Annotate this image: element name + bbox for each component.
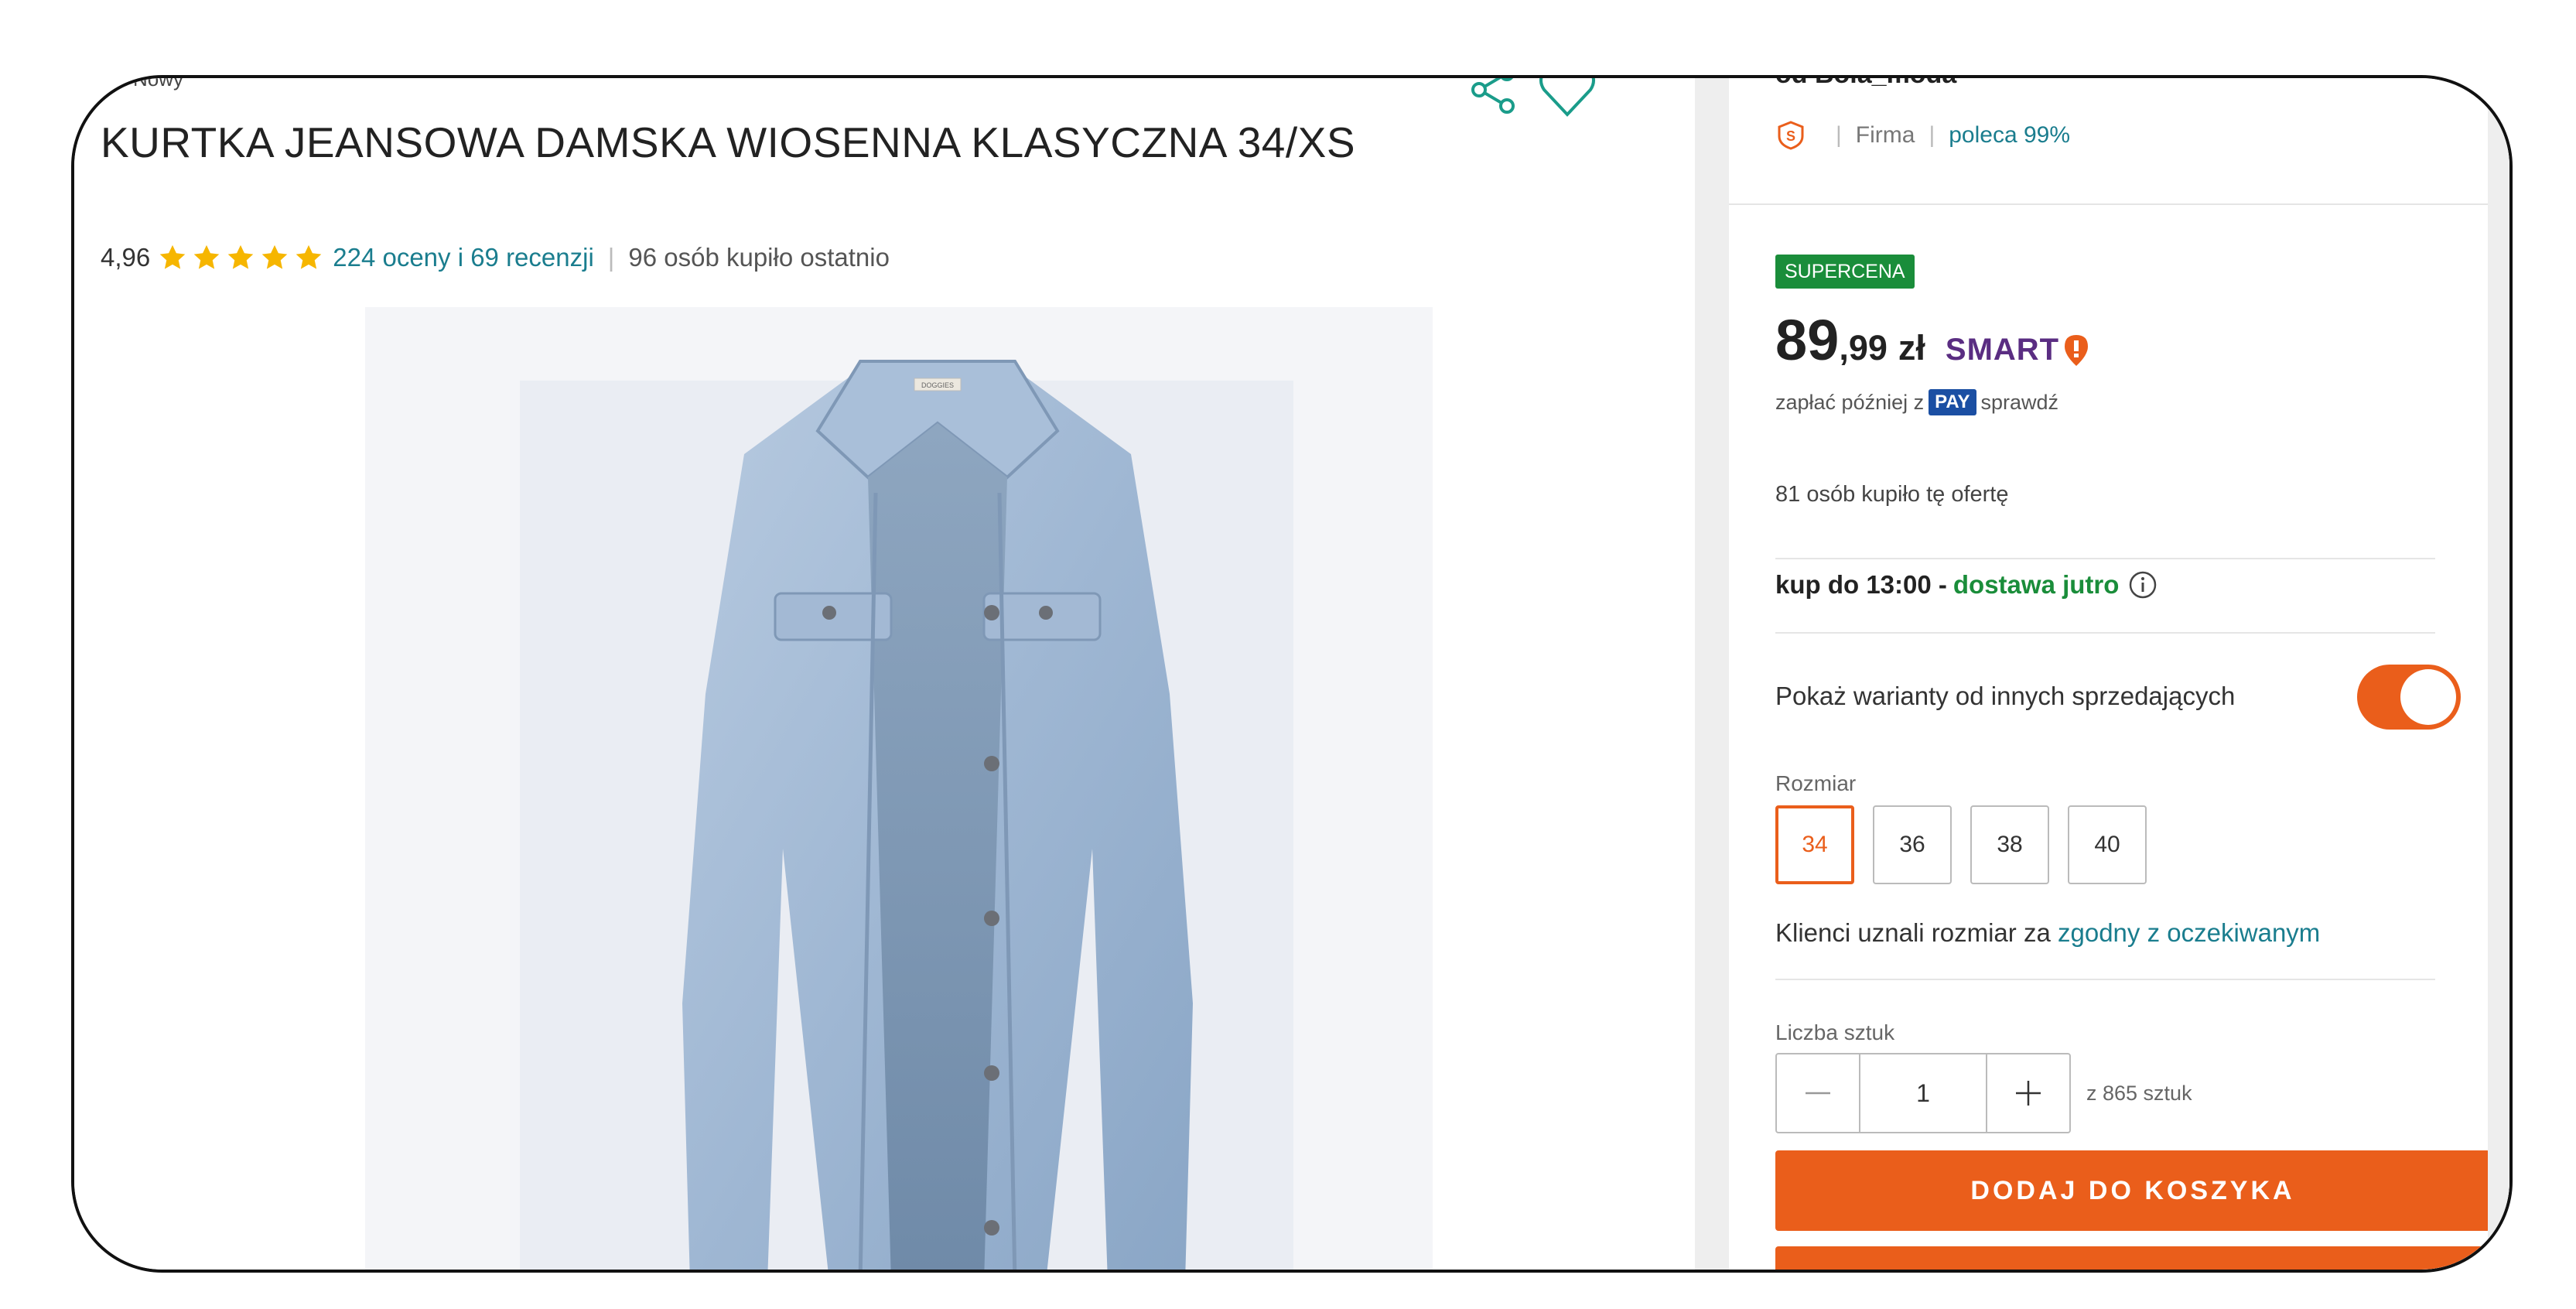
star-icon [261, 244, 288, 269]
share-icon[interactable] [1467, 75, 1521, 117]
seller-info-row: S | Firma | poleca 99% [1775, 120, 2070, 151]
super-seller-badge-icon: S [1778, 121, 1804, 150]
size-fit-info: Klienci uznali rozmiar za zgodny z oczek… [1775, 918, 2320, 948]
buy-now-button[interactable] [1775, 1246, 2490, 1270]
star-icon [193, 244, 220, 269]
rating-stars [158, 243, 323, 272]
smart-pin-icon [2065, 334, 2089, 366]
buy-box: od Bola_moda S | Firma | poleca 99% SUPE… [1729, 78, 2509, 1270]
price-decimal: ,99 [1839, 328, 1888, 367]
pay-later-check-link[interactable]: sprawdź [1981, 391, 2059, 415]
size-option-38[interactable]: 38 [1970, 805, 2049, 884]
pay-badge: PAY [1929, 389, 1976, 415]
heart-icon[interactable] [1536, 75, 1598, 121]
separator: | [1929, 122, 1935, 148]
divider [1729, 203, 2488, 205]
offer-buyers: 81 osób kupiło tę ofertę [1775, 482, 2009, 507]
star-icon [227, 244, 254, 269]
supercena-badge: SUPERCENA [1775, 255, 1915, 289]
quantity-increase-button[interactable] [1987, 1054, 2069, 1132]
product-image[interactable]: DOGGIES [365, 307, 1433, 1270]
size-fit-text: Klienci uznali rozmiar za [1775, 918, 2051, 947]
toggle-knob [2400, 669, 2456, 725]
smart-badge[interactable]: SMART [1946, 333, 2090, 367]
separator: | [1836, 122, 1842, 148]
pay-later-row: zapłać później z PAY sprawdź [1775, 389, 2058, 415]
scrollbar-track[interactable] [2488, 78, 2509, 1270]
divider [1775, 979, 2435, 980]
reviews-link[interactable]: 224 oceny i 69 recenzji [333, 243, 594, 272]
product-main-panel: Nowy KURTKA JEANSOWA DAMSKA WIOSENNA KLA… [74, 78, 1695, 1270]
size-option-34[interactable]: 34 [1775, 805, 1854, 884]
plus-icon [2016, 1081, 2041, 1106]
delivery-tomorrow: dostawa jutro [1952, 570, 2120, 599]
minus-icon [1806, 1092, 1830, 1095]
quantity-decrease-button[interactable] [1777, 1054, 1859, 1132]
star-icon [159, 244, 186, 269]
svg-text:DOGGIES: DOGGIES [921, 381, 954, 389]
quantity-input[interactable] [1859, 1054, 1987, 1132]
info-icon[interactable] [2128, 570, 2157, 600]
rating-row: 4,96 224 oceny i 69 recenzji | 96 osób k… [101, 243, 890, 272]
quantity-box [1775, 1053, 2071, 1133]
condition-label: Nowy [133, 75, 184, 91]
browser-viewport: Nowy KURTKA JEANSOWA DAMSKA WIOSENNA KLA… [71, 75, 2513, 1273]
seller-recommend-link[interactable]: poleca 99% [1949, 122, 2070, 149]
pay-later-text: zapłać później z [1775, 390, 1925, 414]
variants-toggle[interactable] [2357, 665, 2461, 730]
divider [1775, 632, 2435, 634]
size-fit-link[interactable]: zgodny z oczekiwanym [2058, 918, 2320, 947]
price-currency: zł [1898, 328, 1925, 367]
separator: | [607, 243, 615, 272]
delivery-cutoff: kup do 13:00 - [1775, 570, 1947, 599]
denim-jacket-image: DOGGIES [365, 307, 1433, 1270]
price-integer: 89 [1775, 308, 1840, 372]
smart-label: SMART [1945, 333, 2060, 367]
quantity-available: z 865 sztuk [2086, 1081, 2192, 1105]
quantity-label: Liczba sztuk [1775, 1020, 1895, 1044]
seller-name[interactable]: od Bola_moda [1775, 78, 1956, 90]
price: 89 ,99 zł SMART [1775, 307, 2090, 373]
column-gutter [1695, 78, 1729, 1270]
star-icon [296, 244, 322, 269]
divider [1775, 558, 2435, 559]
delivery-info: kup do 13:00 - dostawa jutro [1775, 570, 2157, 600]
size-option-36[interactable]: 36 [1873, 805, 1952, 884]
rating-value: 4,96 [101, 243, 151, 272]
recent-buyers: 96 osób kupiło ostatnio [628, 243, 890, 272]
svg-text:S: S [1786, 128, 1795, 144]
product-title: KURTKA JEANSOWA DAMSKA WIOSENNA KLASYCZN… [101, 118, 1356, 166]
size-label: Rozmiar [1775, 771, 1857, 795]
add-to-cart-button[interactable]: DODAJ DO KOSZYKA [1775, 1150, 2490, 1231]
seller-type: Firma [1855, 122, 1915, 148]
size-option-40[interactable]: 40 [2068, 805, 2147, 884]
quantity-stepper: z 865 sztuk [1775, 1053, 2192, 1133]
variants-toggle-label: Pokaż warianty od innych sprzedających [1775, 682, 2236, 710]
size-selector: 34 36 38 40 [1775, 805, 2147, 884]
